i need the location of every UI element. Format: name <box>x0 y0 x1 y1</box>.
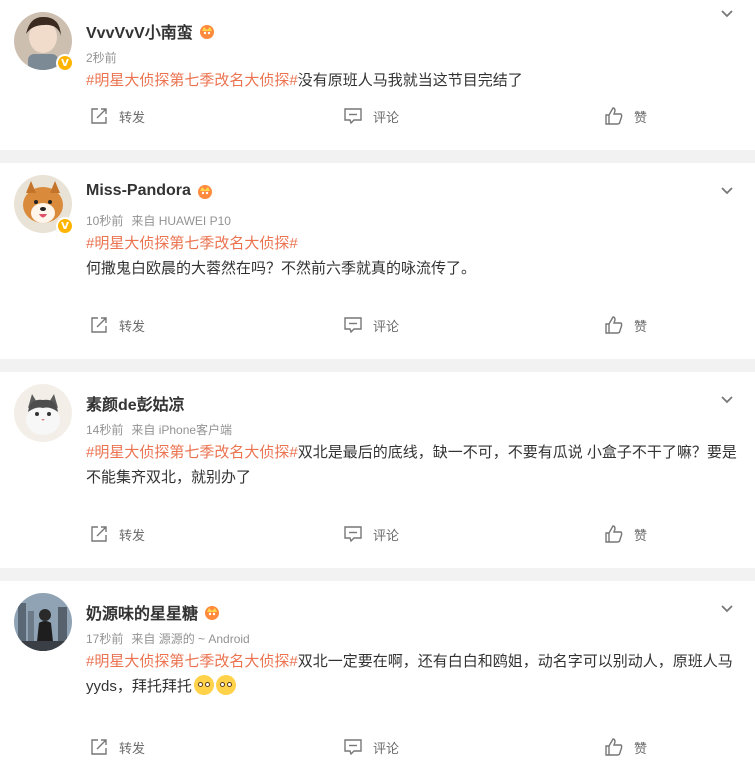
post-source: 来自 iPhone客户端 <box>131 423 233 437</box>
post-time[interactable]: 10秒前 <box>86 214 123 228</box>
comment-button[interactable]: 评论 <box>343 524 399 544</box>
comment-label: 评论 <box>373 318 400 334</box>
post-card: V Miss-Pandora 10秒前 来自 HUAWEI P10 #明星大侦探第… <box>0 163 755 359</box>
action-bar: 转发 评论 赞 <box>0 508 755 568</box>
topic-tag[interactable]: #明星大侦探第七季改名大侦探# <box>86 653 298 670</box>
post-meta: 14秒前 来自 iPhone客户端 <box>86 421 232 438</box>
crown-icon[interactable] <box>198 23 216 39</box>
eye-roll-emoji-icon <box>193 675 214 695</box>
repost-icon <box>91 108 107 124</box>
post-card: V VvvVvV小南蛮 2秒前 #明星大侦探第七季改名大侦探#没有原班人马我就当… <box>0 0 755 150</box>
topic-tag[interactable]: #明星大侦探第七季改名大侦探# <box>86 72 298 89</box>
avatar-image <box>14 593 72 651</box>
topic-tag[interactable]: #明星大侦探第七季改名大侦探# <box>86 235 298 252</box>
repost-button[interactable]: 转发 <box>89 737 145 757</box>
avatar[interactable]: V <box>14 175 74 235</box>
repost-button[interactable]: 转发 <box>89 106 145 126</box>
comment-button[interactable]: 评论 <box>343 737 399 757</box>
chevron-down-icon[interactable] <box>719 183 735 199</box>
post-meta: 10秒前 来自 HUAWEI P10 <box>86 212 231 229</box>
user-name[interactable]: Miss-Pandora <box>86 182 191 200</box>
post-card: 素颜de彭姑凉 14秒前 来自 iPhone客户端 #明星大侦探第七季改名大侦探#… <box>0 372 755 568</box>
comment-button[interactable]: 评论 <box>343 315 399 335</box>
avatar[interactable] <box>14 593 72 651</box>
like-label: 赞 <box>634 527 648 543</box>
eye-roll-emoji-icon <box>215 675 236 695</box>
avatar[interactable]: V <box>14 12 74 72</box>
like-icon <box>605 316 623 334</box>
post-source: 来自 源源的 ~ Android <box>131 632 250 646</box>
post-text: #明星大侦探第七季改名大侦探#双北是最后的底线，缺一不可，不要有瓜说 小盒子不干… <box>86 440 741 490</box>
like-button[interactable]: 赞 <box>604 106 647 126</box>
post-source: 来自 HUAWEI P10 <box>131 214 231 228</box>
post-meta: 17秒前 来自 源源的 ~ Android <box>86 630 250 647</box>
post-content: 没有原班人马我就当这节目完结了 <box>297 72 523 89</box>
verified-badge-icon: V <box>56 217 74 235</box>
comment-icon <box>344 739 362 756</box>
topic-tag[interactable]: #明星大侦探第七季改名大侦探# <box>86 444 298 461</box>
comment-icon <box>344 317 362 334</box>
comment-label: 评论 <box>373 740 400 756</box>
post-meta: 2秒前 <box>86 49 117 66</box>
repost-label: 转发 <box>119 527 146 543</box>
repost-label: 转发 <box>119 318 146 334</box>
repost-icon <box>91 317 107 333</box>
like-button[interactable]: 赞 <box>604 737 647 757</box>
crown-icon[interactable] <box>196 183 214 199</box>
comment-label: 评论 <box>373 527 400 543</box>
like-label: 赞 <box>634 318 648 334</box>
like-icon <box>605 107 623 125</box>
avatar[interactable] <box>14 384 72 442</box>
user-name[interactable]: 素颜de彭姑凉 <box>86 391 185 415</box>
like-label: 赞 <box>634 740 648 756</box>
repost-label: 转发 <box>119 109 146 125</box>
repost-label: 转发 <box>119 740 146 756</box>
post-time[interactable]: 2秒前 <box>86 51 117 65</box>
post-time[interactable]: 17秒前 <box>86 632 123 646</box>
user-name[interactable]: 奶源味的星星糖 <box>86 600 198 624</box>
chevron-down-icon[interactable] <box>719 601 735 617</box>
chevron-down-icon[interactable] <box>719 392 735 408</box>
chevron-down-icon[interactable] <box>719 6 735 22</box>
post-time[interactable]: 14秒前 <box>86 423 123 437</box>
like-button[interactable]: 赞 <box>604 524 647 544</box>
verified-badge-icon: V <box>56 54 74 72</box>
repost-button[interactable]: 转发 <box>89 524 145 544</box>
repost-icon <box>91 526 107 542</box>
repost-button[interactable]: 转发 <box>89 315 145 335</box>
avatar-image <box>14 384 72 442</box>
action-bar: 转发 评论 赞 <box>0 90 755 150</box>
action-bar: 转发 评论 赞 <box>0 721 755 781</box>
comment-button[interactable]: 评论 <box>343 106 399 126</box>
post-content: 何撒鬼白欧晨的大蓉然在吗？不然前六季就真的咏流传了。 <box>86 260 477 277</box>
like-button[interactable]: 赞 <box>604 315 647 335</box>
comment-icon <box>344 526 362 543</box>
like-icon <box>605 525 623 543</box>
weibo-feed: V VvvVvV小南蛮 2秒前 #明星大侦探第七季改名大侦探#没有原班人马我就当… <box>0 0 755 781</box>
comment-icon <box>344 108 362 125</box>
crown-icon[interactable] <box>203 604 221 620</box>
user-name[interactable]: VvvVvV小南蛮 <box>86 19 193 43</box>
comment-label: 评论 <box>373 109 400 125</box>
post-text: #明星大侦探第七季改名大侦探# 何撒鬼白欧晨的大蓉然在吗？不然前六季就真的咏流传了… <box>86 231 741 281</box>
post-text: #明星大侦探第七季改名大侦探#双北一定要在啊，还有白白和鸥姐，动名字可以别动人，… <box>86 649 741 699</box>
action-bar: 转发 评论 赞 <box>0 299 755 359</box>
repost-icon <box>91 739 107 755</box>
like-label: 赞 <box>634 109 648 125</box>
like-icon <box>605 738 623 756</box>
post-card: 奶源味的星星糖 17秒前 来自 源源的 ~ Android #明星大侦探第七季改名… <box>0 581 755 781</box>
